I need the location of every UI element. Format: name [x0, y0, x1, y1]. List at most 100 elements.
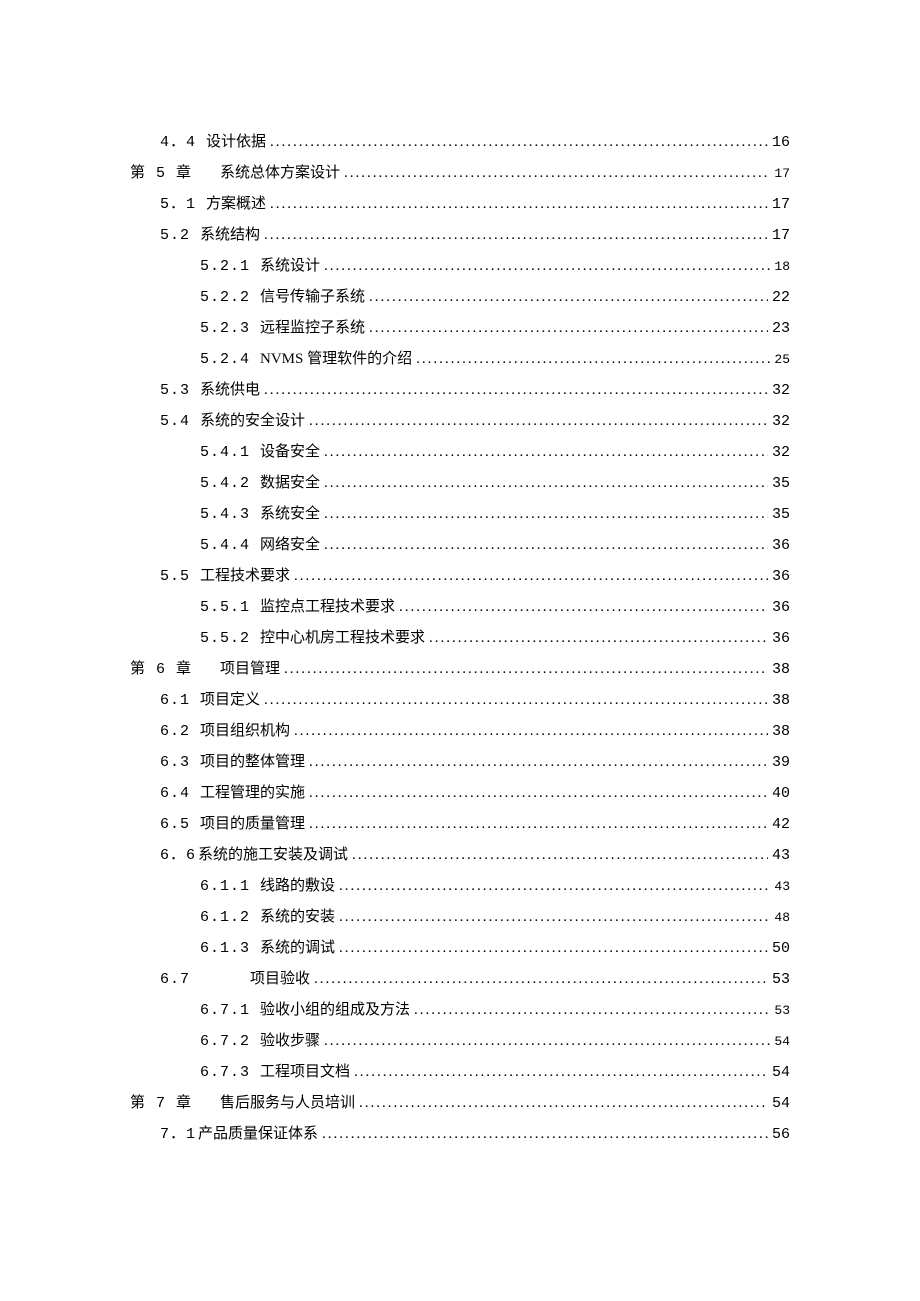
toc-title: 系统供电 — [200, 383, 260, 398]
toc-number: 6.7.3 — [200, 1065, 250, 1080]
toc-number: 5.4 — [160, 414, 190, 429]
toc-leader-dots: ........................................… — [294, 569, 768, 584]
toc-entry[interactable]: 5.2.1系统设计...............................… — [130, 259, 790, 274]
toc-leader-dots: ........................................… — [309, 786, 768, 801]
toc-leader-dots: ........................................… — [359, 1096, 768, 1111]
toc-number: 5.4.4 — [200, 538, 250, 553]
toc-page-number: 36 — [768, 600, 790, 615]
toc-entry[interactable]: 第 7 章售后服务与人员培训..........................… — [130, 1096, 790, 1111]
toc-title: 工程项目文档 — [260, 1065, 350, 1080]
toc-leader-dots: ........................................… — [324, 538, 768, 553]
toc-number: 5.2.2 — [200, 290, 250, 305]
toc-leader-dots: ........................................… — [324, 476, 768, 491]
toc-page-number: 48 — [770, 911, 790, 924]
toc-entry[interactable]: 6.7.1验收小组的组成及方法.........................… — [130, 1003, 790, 1018]
toc-entry[interactable]: 第 5 章系统总体方案设计...........................… — [130, 166, 790, 181]
toc-title: 验收小组的组成及方法 — [260, 1003, 410, 1018]
toc-entry[interactable]: 5.2.3 远程监控子系统............................… — [130, 321, 790, 336]
toc-title: 项目的整体管理 — [200, 755, 305, 770]
toc-entry[interactable]: 5.5工程技术要求...............................… — [130, 569, 790, 584]
toc-page-number: 32 — [768, 445, 790, 460]
toc-entry[interactable]: 5.4.3系统安全...............................… — [130, 507, 790, 522]
toc-entry[interactable]: 6.7.2验收步骤...............................… — [130, 1034, 790, 1049]
toc-title: NVMS 管理软件的介绍 — [260, 352, 412, 367]
toc-entry[interactable]: 5.4.4 网络安全...............................… — [130, 538, 790, 553]
toc-number: 第 5 章 — [130, 166, 192, 181]
toc-leader-dots: ........................................… — [324, 507, 768, 522]
toc-title: 监控点工程技术要求 — [260, 600, 395, 615]
toc-title: 工程管理的实施 — [200, 786, 305, 801]
toc-entry[interactable]: 6.7.3工程项目文档.............................… — [130, 1065, 790, 1080]
toc-entry[interactable]: 5.2.4NVMS 管理软件的介绍.......................… — [130, 352, 790, 367]
toc-entry[interactable]: 5.5.1监控点工程技术要求..........................… — [130, 600, 790, 615]
toc-entry[interactable]: 5.2系统结构.................................… — [130, 228, 790, 243]
toc-title: 系统的施工安装及调试 — [198, 848, 348, 863]
toc-entry[interactable]: 6.5项目的质量管理..............................… — [130, 817, 790, 832]
toc-page-number: 32 — [768, 383, 790, 398]
toc-entry[interactable]: 5.5.2控中心机房工程技术要求........................… — [130, 631, 790, 646]
toc-title: 工程技术要求 — [200, 569, 290, 584]
toc-page-number: 17 — [768, 197, 790, 212]
toc-number: 6.1 — [160, 693, 190, 708]
toc-entry[interactable]: 5.2.2信号传输子系统............................… — [130, 290, 790, 305]
toc-title: 设备安全 — [260, 445, 320, 460]
toc-page-number: 22 — [768, 290, 790, 305]
toc-entry[interactable]: 第 6 章项目管理...............................… — [130, 662, 790, 677]
toc-title: 控中心机房工程技术要求 — [260, 631, 425, 646]
toc-number: 6.7.2 — [200, 1034, 250, 1049]
toc-title: 数据安全 — [260, 476, 320, 491]
toc-leader-dots: ........................................… — [339, 910, 770, 925]
toc-entry[interactable]: 5.4.1设备安全...............................… — [130, 445, 790, 460]
toc-leader-dots: ........................................… — [264, 383, 768, 398]
toc-page-number: 18 — [770, 260, 790, 273]
toc-leader-dots: ........................................… — [264, 693, 768, 708]
toc-entry[interactable]: 6.1项目定义.................................… — [130, 693, 790, 708]
toc-leader-dots: ........................................… — [324, 445, 768, 460]
toc-entry[interactable]: 5．1方案概述.................................… — [130, 197, 790, 212]
toc-page-number: 38 — [768, 724, 790, 739]
toc-page-number: 36 — [768, 631, 790, 646]
toc-page-number: 35 — [768, 507, 790, 522]
toc-page-number: 42 — [768, 817, 790, 832]
toc-entry[interactable]: 6.1.1线路的敷设..............................… — [130, 879, 790, 894]
toc-entry[interactable]: 5.4系统的安全设计..............................… — [130, 414, 790, 429]
toc-entry[interactable]: 6．6系统的施工安装及调试...........................… — [130, 848, 790, 863]
toc-number: 5.4.3 — [200, 507, 250, 522]
toc-entry[interactable]: 7．1产品质量保证体系.............................… — [130, 1127, 790, 1142]
toc-number: 5.2.1 — [200, 259, 250, 274]
toc-entry[interactable]: 6.1.2系统的安装..............................… — [130, 910, 790, 925]
toc-entry[interactable]: 6.3项目的整体管理..............................… — [130, 755, 790, 770]
toc-page-number: 50 — [768, 941, 790, 956]
toc-title: 系统结构 — [200, 228, 260, 243]
toc-page-number: 35 — [768, 476, 790, 491]
toc-number: 4．4 — [160, 135, 196, 150]
toc-title: 网络安全 — [260, 538, 320, 553]
toc-entry[interactable]: 5.4.2数据安全...............................… — [130, 476, 790, 491]
toc-page-number: 39 — [768, 755, 790, 770]
toc-number: 第 6 章 — [130, 662, 192, 677]
toc-leader-dots: ........................................… — [352, 848, 768, 863]
toc-title: 项目验收 — [250, 972, 310, 987]
toc-page-number: 16 — [768, 135, 790, 150]
toc-number: 6.3 — [160, 755, 190, 770]
toc-number: 5.2.3 — [200, 321, 250, 336]
toc-title: 远程监控子系统 — [260, 321, 365, 336]
toc-entry[interactable]: 6.4工程管理的实施..............................… — [130, 786, 790, 801]
toc-leader-dots: ........................................… — [399, 600, 768, 615]
toc-title: 项目管理 — [220, 662, 280, 677]
toc-entry[interactable]: 4．4设计依据.................................… — [130, 135, 790, 150]
toc-leader-dots: ........................................… — [369, 321, 768, 336]
toc-leader-dots: ........................................… — [414, 1003, 770, 1018]
toc-page-number: 17 — [770, 167, 790, 180]
toc-page-number: 38 — [768, 662, 790, 677]
toc-number: 6.1.1 — [200, 879, 250, 894]
toc-page-number: 43 — [768, 848, 790, 863]
toc-entry[interactable]: 6.7项目验收.................................… — [130, 972, 790, 987]
toc-title: 产品质量保证体系 — [198, 1127, 318, 1142]
toc-page-number: 53 — [770, 1004, 790, 1017]
toc-entry[interactable]: 6.2项目组织机构...............................… — [130, 724, 790, 739]
toc-entry[interactable]: 5.3系统供电.................................… — [130, 383, 790, 398]
toc-page-number: 25 — [770, 353, 790, 366]
toc-entry[interactable]: 6.1.3系统的调试..............................… — [130, 941, 790, 956]
toc-number: 6.7 — [160, 972, 190, 987]
